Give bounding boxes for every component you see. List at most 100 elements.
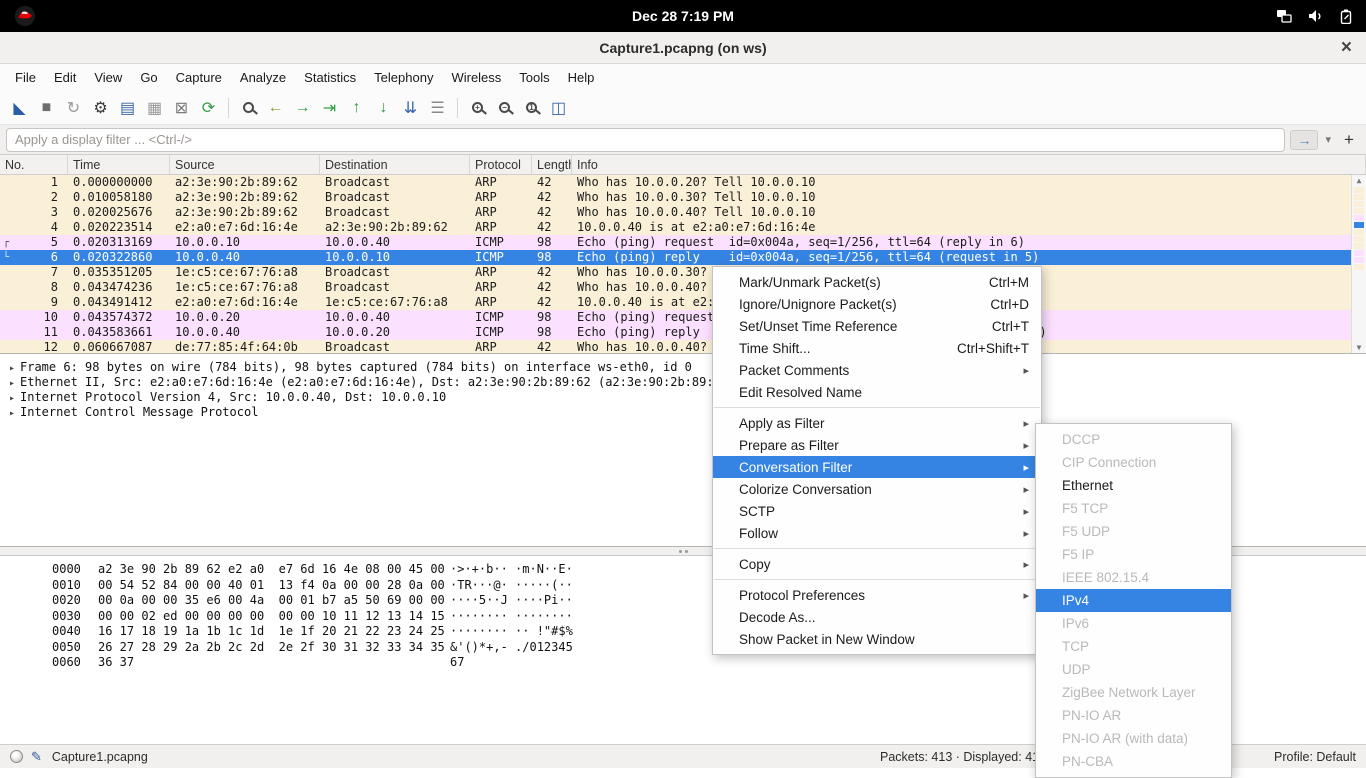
menu-telephony[interactable]: Telephony: [365, 66, 442, 89]
context-item-mark-unmark-packet-s[interactable]: Mark/Unmark Packet(s)Ctrl+M: [713, 271, 1041, 293]
packet-row[interactable]: 70.0353512051e:c5:ce:67:76:a8BroadcastAR…: [0, 265, 1351, 280]
context-item-prepare-as-filter[interactable]: Prepare as Filter▸: [713, 434, 1041, 456]
main-toolbar: ◣■↻⚙▤▦⊠⟳ ←→⇥↑↓⇊☰ +−1◫: [0, 91, 1366, 125]
menu-help[interactable]: Help: [559, 66, 604, 89]
menu-capture[interactable]: Capture: [167, 66, 231, 89]
expand-arrow-icon[interactable]: ▸: [4, 376, 20, 391]
detail-line[interactable]: ▸Ethernet II, Src: e2:a0:e7:6d:16:4e (e2…: [4, 375, 1362, 390]
menu-tools[interactable]: Tools: [510, 66, 558, 89]
submenu-item-ipv4[interactable]: IPv4: [1036, 589, 1231, 612]
first-packet-icon[interactable]: ↑: [343, 95, 370, 121]
status-profile[interactable]: Profile: Default: [1274, 750, 1356, 764]
resize-columns-icon[interactable]: ◫: [545, 95, 572, 121]
packet-row[interactable]: 20.010058180a2:3e:90:2b:89:62BroadcastAR…: [0, 190, 1351, 205]
submenu-item-ethernet[interactable]: Ethernet: [1036, 474, 1231, 497]
context-item-set-unset-time-reference[interactable]: Set/Unset Time ReferenceCtrl+T: [713, 315, 1041, 337]
system-clock[interactable]: Dec 28 7:19 PM: [0, 8, 1366, 24]
packet-row[interactable]: 110.04358366110.0.0.4010.0.0.20ICMP98Ech…: [0, 325, 1351, 340]
scroll-up-icon[interactable]: ▲: [1352, 176, 1366, 185]
packet-row[interactable]: 90.043491412e2:a0:e7:6d:16:4e1e:c5:ce:67…: [0, 295, 1351, 310]
reload-file-icon[interactable]: ⟳: [195, 95, 222, 121]
menu-go[interactable]: Go: [131, 66, 166, 89]
add-filter-button[interactable]: +: [1338, 129, 1360, 151]
packet-row[interactable]: 5┌0.02031316910.0.0.1010.0.0.40ICMP98Ech…: [0, 235, 1351, 250]
expand-arrow-icon[interactable]: ▸: [4, 361, 20, 376]
context-item-protocol-preferences[interactable]: Protocol Preferences▸: [713, 584, 1041, 606]
context-item-edit-resolved-name[interactable]: Edit Resolved Name: [713, 381, 1041, 403]
menu-view[interactable]: View: [85, 66, 131, 89]
context-item-copy[interactable]: Copy▸: [713, 553, 1041, 575]
menu-file[interactable]: File: [6, 66, 45, 89]
context-item-time-shift[interactable]: Time Shift...Ctrl+Shift+T: [713, 337, 1041, 359]
stop-capture-icon[interactable]: ■: [33, 95, 60, 121]
packet-row[interactable]: 100.04357437210.0.0.2010.0.0.40ICMP98Ech…: [0, 310, 1351, 325]
colorize-packets-icon[interactable]: ☰: [424, 95, 451, 121]
scroll-down-icon[interactable]: ▼: [1352, 343, 1366, 352]
redhat-activities-icon[interactable]: [14, 5, 36, 27]
packet-row[interactable]: 10.000000000a2:3e:90:2b:89:62BroadcastAR…: [0, 175, 1351, 190]
previous-packet-icon[interactable]: ←: [262, 95, 289, 121]
packet-row[interactable]: 6└0.02032286010.0.0.4010.0.0.10ICMP98Ech…: [0, 250, 1351, 265]
column-header-length[interactable]: Length: [532, 155, 572, 174]
go-to-packet-icon[interactable]: ⇥: [316, 95, 343, 121]
shortcut-label: Ctrl+Shift+T: [933, 341, 1029, 356]
context-item-follow[interactable]: Follow▸: [713, 522, 1041, 544]
capture-comment-pencil-icon[interactable]: ✎: [31, 749, 42, 765]
packet-row[interactable]: 40.020223514e2:a0:e7:6d:16:4ea2:3e:90:2b…: [0, 220, 1351, 235]
system-tray[interactable]: [1276, 9, 1352, 24]
detail-line[interactable]: ▸Internet Control Message Protocol: [4, 405, 1362, 420]
find-packet-icon[interactable]: [235, 95, 262, 121]
menu-bar: FileEditViewGoCaptureAnalyzeStatisticsTe…: [0, 64, 1366, 91]
expert-info-icon[interactable]: [10, 750, 23, 763]
filter-history-chevron-icon[interactable]: ▾: [1323, 133, 1333, 146]
zoom-in-icon[interactable]: +: [464, 95, 491, 121]
context-item-conversation-filter[interactable]: Conversation Filter▸: [713, 456, 1041, 478]
last-packet-icon[interactable]: ↓: [370, 95, 397, 121]
chevron-down-icon: ▾: [1325, 134, 1331, 146]
close-file-icon[interactable]: ⊠: [168, 95, 195, 121]
column-header-destination[interactable]: Destination: [320, 155, 470, 174]
column-header-source[interactable]: Source: [170, 155, 320, 174]
expand-arrow-icon[interactable]: ▸: [4, 391, 20, 406]
context-item-apply-as-filter[interactable]: Apply as Filter▸: [713, 412, 1041, 434]
window-titlebar[interactable]: Capture1.pcapng (on ws) ×: [0, 32, 1366, 64]
auto-scroll-icon[interactable]: ⇊: [397, 95, 424, 121]
menu-edit[interactable]: Edit: [45, 66, 85, 89]
context-item-packet-comments[interactable]: Packet Comments▸: [713, 359, 1041, 381]
packet-list-header: No.TimeSourceDestinationProtocolLengthIn…: [0, 155, 1366, 175]
expand-arrow-icon[interactable]: ▸: [4, 406, 20, 421]
close-window-button[interactable]: ×: [1341, 32, 1352, 63]
plus-icon: +: [1344, 130, 1354, 150]
apply-filter-button[interactable]: →: [1290, 130, 1318, 150]
packet-row[interactable]: 120.060667087de:77:85:4f:64:0bBroadcastA…: [0, 340, 1351, 353]
column-header-info[interactable]: Info: [572, 155, 1366, 174]
submenu-item-pn-io-ar-with-data: PN-IO AR (with data): [1036, 727, 1231, 750]
capture-options-icon[interactable]: ⚙: [87, 95, 114, 121]
open-file-icon[interactable]: ▤: [114, 95, 141, 121]
restart-capture-icon[interactable]: ↻: [60, 95, 87, 121]
display-filter-input[interactable]: Apply a display filter ... <Ctrl-/>: [6, 128, 1285, 152]
detail-line[interactable]: ▸Frame 6: 98 bytes on wire (784 bits), 9…: [4, 360, 1362, 375]
context-item-show-packet-in-new-window[interactable]: Show Packet in New Window: [713, 628, 1041, 650]
submenu-arrow-icon: ▸: [1023, 558, 1029, 571]
packet-row[interactable]: 80.0434742361e:c5:ce:67:76:a8BroadcastAR…: [0, 280, 1351, 295]
menu-analyze[interactable]: Analyze: [231, 66, 295, 89]
zoom-reset-icon[interactable]: 1: [518, 95, 545, 121]
context-item-ignore-unignore-packet-s[interactable]: Ignore/Unignore Packet(s)Ctrl+D: [713, 293, 1041, 315]
menu-statistics[interactable]: Statistics: [295, 66, 365, 89]
detail-line[interactable]: ▸Internet Protocol Version 4, Src: 10.0.…: [4, 390, 1362, 405]
context-item-sctp[interactable]: SCTP▸: [713, 500, 1041, 522]
packet-list-scrollbar[interactable]: ▲▼: [1351, 175, 1366, 353]
column-header-time[interactable]: Time: [68, 155, 170, 174]
packet-row[interactable]: 30.020025676a2:3e:90:2b:89:62BroadcastAR…: [0, 205, 1351, 220]
context-item-colorize-conversation[interactable]: Colorize Conversation▸: [713, 478, 1041, 500]
start-capture-icon[interactable]: ◣: [6, 95, 33, 121]
next-packet-icon[interactable]: →: [289, 95, 316, 121]
column-header-no[interactable]: No.: [0, 155, 68, 174]
submenu-item-zigbee-network-layer: ZigBee Network Layer: [1036, 681, 1231, 704]
context-item-decode-as[interactable]: Decode As...: [713, 606, 1041, 628]
menu-wireless[interactable]: Wireless: [442, 66, 510, 89]
zoom-out-icon[interactable]: −: [491, 95, 518, 121]
column-header-protocol[interactable]: Protocol: [470, 155, 532, 174]
save-file-icon[interactable]: ▦: [141, 95, 168, 121]
